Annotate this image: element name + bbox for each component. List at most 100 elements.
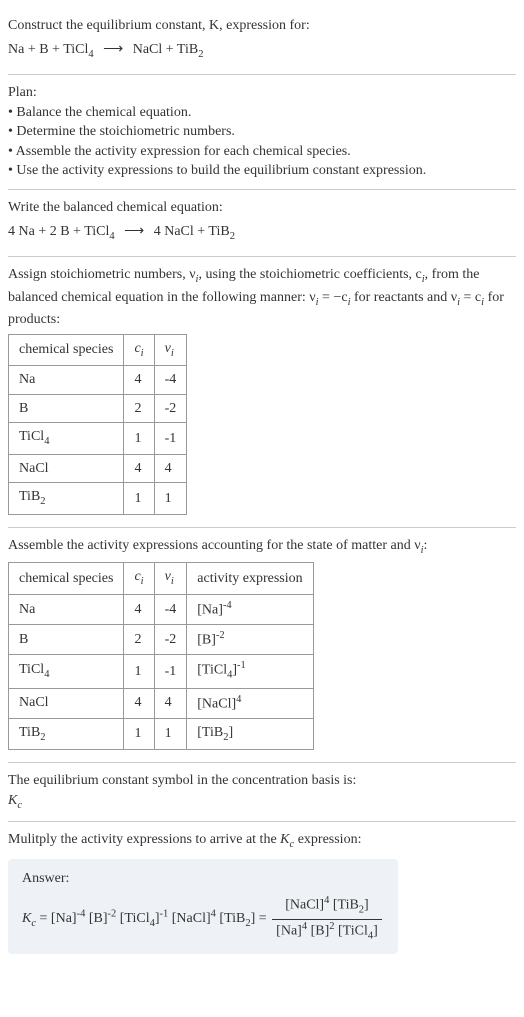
kc-lhs: Kc = [Na]-4 [B]-2 [TiCl4]-1 [NaCl]4 [TiB…	[22, 911, 270, 926]
cell-species: B	[9, 394, 124, 423]
cell-activity: [TiB2]	[187, 718, 313, 749]
cell-ci: 1	[124, 655, 154, 688]
sub-c: c	[17, 800, 22, 811]
eq-rhs: NaCl + TiB	[133, 42, 198, 57]
sup: -2	[216, 630, 225, 641]
multiply-section: Mulitply the activity expressions to arr…	[8, 822, 516, 961]
kc-fraction: [NaCl]4 [TiB2] [Na]4 [B]2 [TiCl4]	[272, 894, 382, 943]
sup: -1	[160, 908, 169, 919]
t: [TiB	[329, 898, 358, 913]
sub: 2	[40, 732, 45, 743]
col-nui: νi	[154, 563, 187, 594]
balanced-head: Write the balanced chemical equation:	[8, 198, 516, 218]
cell-ci: 1	[124, 483, 154, 514]
cell-ci: 4	[124, 366, 154, 395]
txt: ]	[228, 725, 233, 740]
sub-2: 2	[198, 48, 203, 59]
cell-species: TiB2	[9, 718, 124, 749]
t: [TiCl	[116, 911, 149, 926]
prompt-text: Construct the equilibrium constant, K, e…	[8, 18, 310, 33]
sub-i: i	[171, 576, 174, 587]
table-row: NaCl 4 4	[9, 454, 187, 483]
cell-ci: 2	[124, 394, 154, 423]
cell-activity: [B]-2	[187, 625, 313, 655]
prompt-line: Construct the equilibrium constant, K, e…	[8, 16, 516, 36]
cell-nui: 1	[154, 718, 187, 749]
sup: -4	[223, 600, 232, 611]
assign-section: Assign stoichiometric numbers, ν i , using…	[8, 257, 516, 528]
denominator: [Na]4 [B]2 [TiCl4]	[272, 920, 382, 944]
t: [TiB	[216, 911, 245, 926]
sup: -1	[237, 660, 246, 671]
col-species: chemical species	[9, 334, 124, 365]
txt: [TiCl	[197, 663, 227, 678]
txt: Assemble the activity expressions accoun…	[8, 538, 421, 553]
sub-i: i	[141, 347, 144, 358]
symbol-section: The equilibrium constant symbol in the c…	[8, 763, 516, 822]
txt: TiB	[19, 489, 40, 504]
col-activity: activity expression	[187, 563, 313, 594]
cell-ci: 4	[124, 688, 154, 718]
activity-table: chemical species ci νi activity expressi…	[8, 562, 314, 750]
cell-species: Na	[9, 594, 124, 624]
cell-nui: -2	[154, 394, 187, 423]
t: [Na]	[276, 923, 302, 938]
reaction-arrow: ⟶	[97, 42, 129, 57]
stoich-table: chemical species ci νi Na 4 -4 B 2 -2 Ti…	[8, 334, 187, 515]
table-row: chemical species ci νi activity expressi…	[9, 563, 314, 594]
txt: [TiB	[197, 725, 223, 740]
eq-lhs: Na + B + TiCl	[8, 42, 88, 57]
unbalanced-equation: Na + B + TiCl4 ⟶ NaCl + TiB2	[8, 36, 516, 66]
cell-ci: 1	[124, 718, 154, 749]
eq: =	[36, 911, 51, 926]
col-ci: ci	[124, 334, 154, 365]
col-species: chemical species	[9, 563, 124, 594]
table-row: TiB2 1 1	[9, 483, 187, 514]
txt: :	[424, 538, 428, 553]
plan-bullet-4: • Use the activity expressions to build …	[8, 161, 516, 181]
sup: 4	[236, 694, 241, 705]
txt: = c	[460, 290, 481, 305]
assemble-text: Assemble the activity expressions accoun…	[8, 536, 516, 558]
txt: Assign stoichiometric numbers, ν	[8, 267, 196, 282]
txt: [Na]	[197, 603, 223, 618]
k: K	[8, 793, 17, 808]
col-ci: ci	[124, 563, 154, 594]
cell-species: TiB2	[9, 483, 124, 514]
cell-activity: [Na]-4	[187, 594, 313, 624]
cell-activity: [TiCl4]-1	[187, 655, 313, 688]
txt: for reactants and ν	[350, 290, 457, 305]
table-row: NaCl 4 4 [NaCl]4	[9, 688, 314, 718]
t: [B]	[85, 911, 107, 926]
multiply-text: Mulitply the activity expressions to arr…	[8, 830, 516, 852]
cell-species: NaCl	[9, 688, 124, 718]
sub: 4	[44, 436, 49, 447]
bal-rhs: 4 NaCl + TiB	[154, 224, 230, 239]
table-row: TiCl4 1 -1 [TiCl4]-1	[9, 655, 314, 688]
t: [Na]	[51, 911, 77, 926]
t: ]	[364, 898, 369, 913]
balanced-section: Write the balanced chemical equation: 4 …	[8, 190, 516, 257]
bal-lhs: 4 Na + 2 B + TiCl	[8, 224, 109, 239]
cell-nui: -1	[154, 655, 187, 688]
txt: , using the stoichiometric coefficients,…	[198, 267, 421, 282]
sub-4: 4	[88, 48, 93, 59]
assign-text: Assign stoichiometric numbers, νi, using…	[8, 265, 516, 330]
cell-nui: -2	[154, 625, 187, 655]
cell-ci: 4	[124, 454, 154, 483]
balanced-equation: 4 Na + 2 B + TiCl4 ⟶ 4 NaCl + TiB2	[8, 218, 516, 248]
txt: [B]	[197, 633, 216, 648]
sub-4: 4	[109, 230, 114, 241]
t: [NaCl]	[168, 911, 210, 926]
table-row: Na 4 -4	[9, 366, 187, 395]
txt: TiCl	[19, 429, 44, 444]
plan-bullet-2: • Determine the stoichiometric numbers.	[8, 122, 516, 142]
reaction-arrow: ⟶	[118, 224, 150, 239]
t: [TiCl	[335, 923, 368, 938]
cell-species: NaCl	[9, 454, 124, 483]
table-row: TiB2 1 1 [TiB2]	[9, 718, 314, 749]
table-row: B 2 -2	[9, 394, 187, 423]
numerator: [NaCl]4 [TiB2]	[272, 894, 382, 919]
sub-2: 2	[230, 230, 235, 241]
table-row: TiCl4 1 -1	[9, 423, 187, 454]
